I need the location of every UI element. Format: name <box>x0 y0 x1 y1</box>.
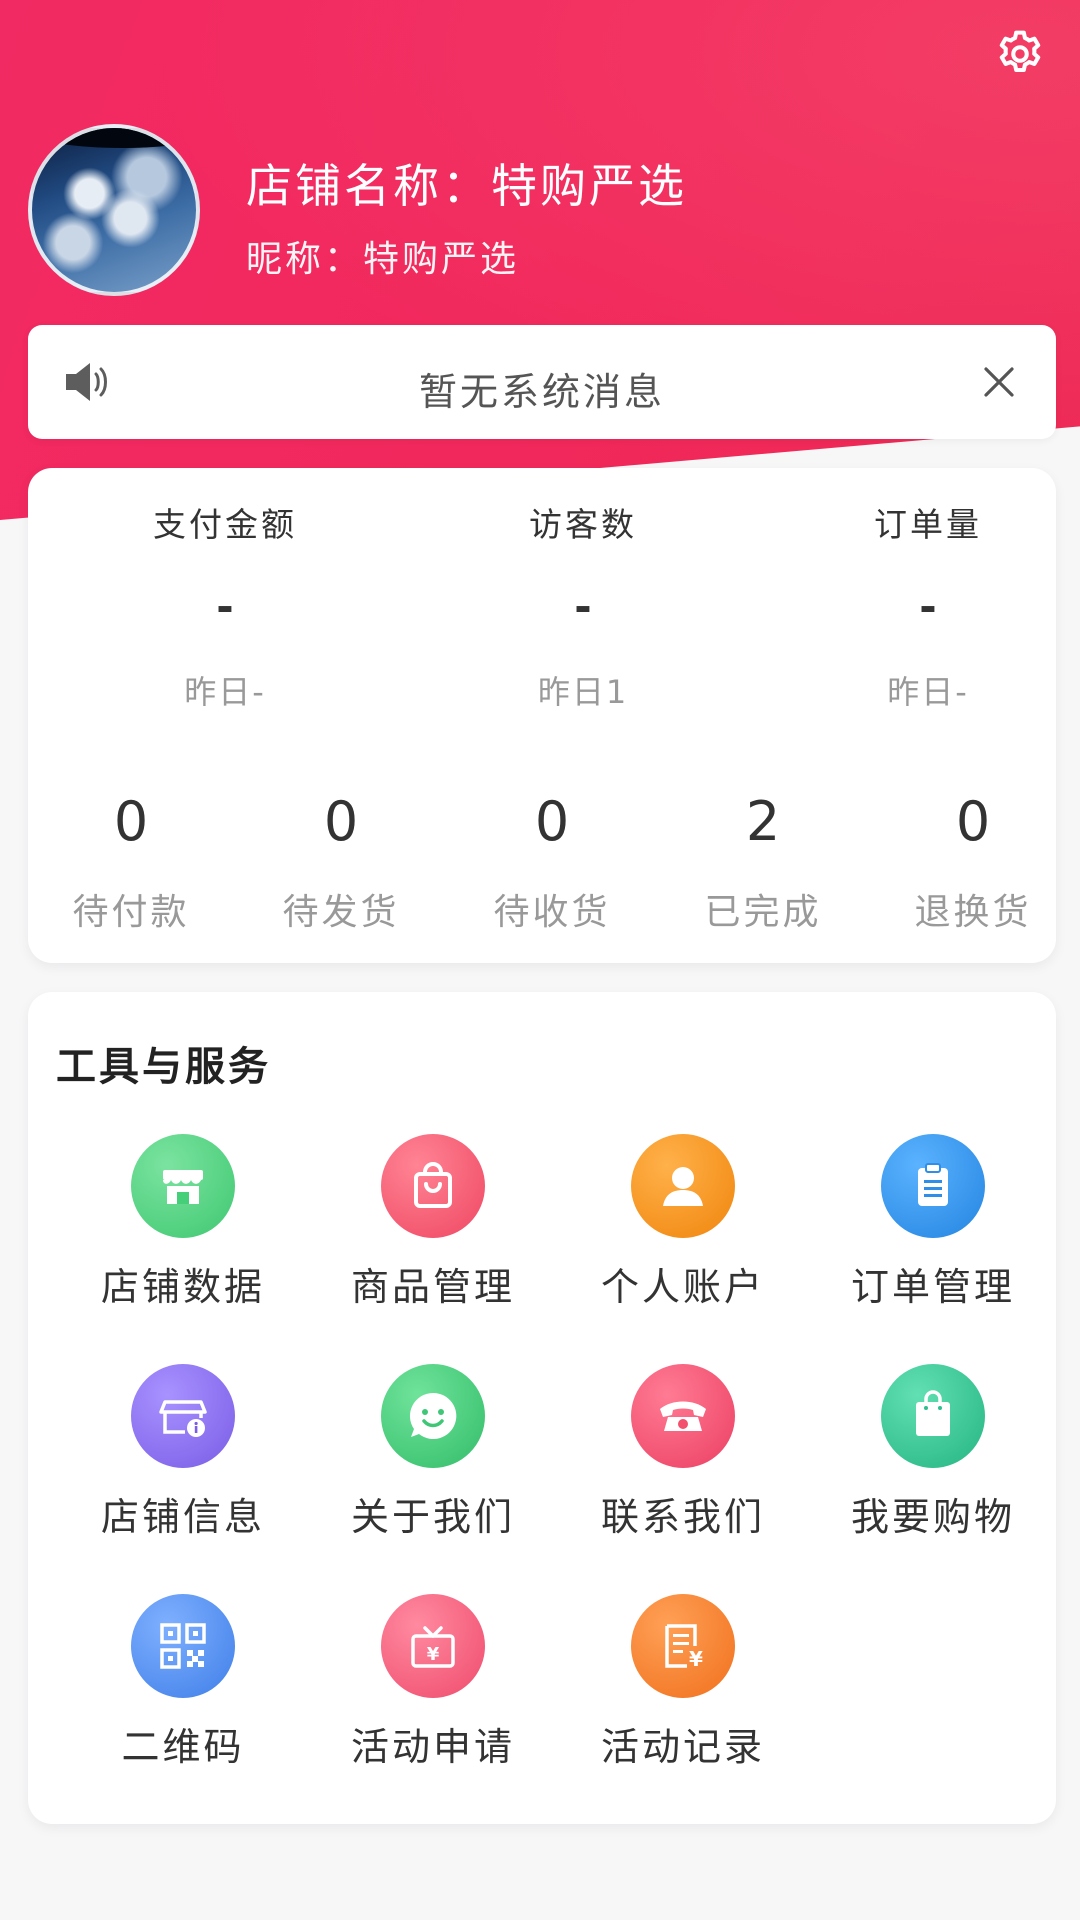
order-status-completed[interactable]: 2 已完成 <box>663 790 863 935</box>
stat-payment-amount[interactable]: 支付金额 - 昨日- <box>75 498 375 713</box>
tool-label: 我要购物 <box>850 1495 1015 1539</box>
shopping-bag-icon <box>881 1364 985 1468</box>
tool-label: 活动申请 <box>350 1725 515 1769</box>
stat-title: 支付金额 <box>153 505 297 544</box>
close-notice-button[interactable] <box>972 355 1026 409</box>
stat-visitors[interactable]: 访客数 - 昨日1 <box>433 498 733 713</box>
stat-value: - <box>919 582 937 631</box>
tool-store-info[interactable]: 店铺信息 <box>58 1364 308 1564</box>
stat-title: 访客数 <box>529 505 637 544</box>
qr-code-icon <box>131 1594 235 1698</box>
phone-icon <box>631 1364 735 1468</box>
tool-qr-code[interactable]: 二维码 <box>58 1594 308 1794</box>
gear-icon <box>999 30 1041 72</box>
section-title: 工具与服务 <box>56 1044 271 1090</box>
svg-text:¥: ¥ <box>427 1644 440 1665</box>
avatar[interactable] <box>28 124 200 296</box>
system-notice-bar[interactable]: 暂无系统消息 <box>28 325 1056 439</box>
stat-title: 订单量 <box>874 505 982 544</box>
tool-label: 个人账户 <box>600 1265 765 1309</box>
order-count: 0 <box>323 790 359 853</box>
user-icon <box>631 1134 735 1238</box>
stat-yesterday: 昨日- <box>887 673 969 711</box>
tool-label: 商品管理 <box>350 1265 515 1309</box>
order-count: 0 <box>113 790 149 853</box>
tool-go-shopping[interactable]: 我要购物 <box>808 1364 1058 1564</box>
tool-about-us[interactable]: 关于我们 <box>308 1364 558 1564</box>
close-icon <box>984 367 1014 397</box>
tool-label: 关于我们 <box>350 1495 515 1539</box>
store-icon <box>131 1134 235 1238</box>
tool-label: 店铺信息 <box>100 1495 265 1539</box>
tool-contact-us[interactable]: 联系我们 <box>558 1364 808 1564</box>
smiley-icon <box>381 1364 485 1468</box>
order-label: 待发货 <box>282 892 400 933</box>
order-count: 2 <box>745 790 781 853</box>
stat-order-count[interactable]: 订单量 - 昨日- <box>778 498 1078 713</box>
stat-yesterday: 昨日- <box>184 673 266 711</box>
notice-message: 暂无系统消息 <box>418 370 665 414</box>
store-name: 店铺名称：特购严选 <box>246 159 687 213</box>
order-status-returns[interactable]: 0 退换货 <box>873 790 1073 935</box>
order-status-pending-shipment[interactable]: 0 待发货 <box>241 790 441 935</box>
tool-personal-account[interactable]: 个人账户 <box>558 1134 808 1334</box>
order-label: 退换货 <box>914 892 1032 933</box>
stat-yesterday: 昨日1 <box>537 673 629 711</box>
order-label: 待付款 <box>72 892 190 933</box>
clipboard-icon <box>881 1134 985 1238</box>
shopping-bag-icon <box>381 1134 485 1238</box>
store-info-icon <box>131 1364 235 1468</box>
svg-text:¥: ¥ <box>689 1647 703 1671</box>
store-stats-card: 支付金额 - 昨日- 访客数 - 昨日1 订单量 - 昨日- 0 待付款 0 待… <box>28 468 1056 963</box>
receipt-icon: ¥ <box>631 1594 735 1698</box>
tool-label: 店铺数据 <box>100 1265 265 1309</box>
order-status-pending-receipt[interactable]: 0 待收货 <box>452 790 652 935</box>
tool-label: 活动记录 <box>600 1725 765 1769</box>
tool-event-application[interactable]: ¥ 活动申请 <box>308 1594 558 1794</box>
order-label: 待收货 <box>493 892 611 933</box>
gift-icon: ¥ <box>381 1594 485 1698</box>
tool-order-management[interactable]: 订单管理 <box>808 1134 1058 1334</box>
tool-store-data[interactable]: 店铺数据 <box>58 1134 308 1334</box>
stat-value: - <box>574 582 592 631</box>
settings-button[interactable] <box>990 24 1050 84</box>
stat-value: - <box>216 582 234 631</box>
tool-event-records[interactable]: ¥ 活动记录 <box>558 1594 808 1794</box>
order-count: 0 <box>534 790 570 853</box>
order-label: 已完成 <box>704 892 822 933</box>
tool-label: 订单管理 <box>850 1265 1015 1309</box>
nickname: 昵称：特购严选 <box>246 239 520 280</box>
order-status-pending-payment[interactable]: 0 待付款 <box>31 790 231 935</box>
tool-product-management[interactable]: 商品管理 <box>308 1134 558 1334</box>
tool-label: 联系我们 <box>600 1495 765 1539</box>
tool-label: 二维码 <box>121 1725 245 1769</box>
tools-services-card: 工具与服务 店铺数据 商品管理 个人账户 订单管理 店铺信息 关于我们 联系我们… <box>28 992 1056 1824</box>
order-count: 0 <box>955 790 991 853</box>
store-dashboard: 店铺名称：特购严选 昵称：特购严选 暂无系统消息 支付金额 - 昨日- 访客数 … <box>0 0 1080 1920</box>
